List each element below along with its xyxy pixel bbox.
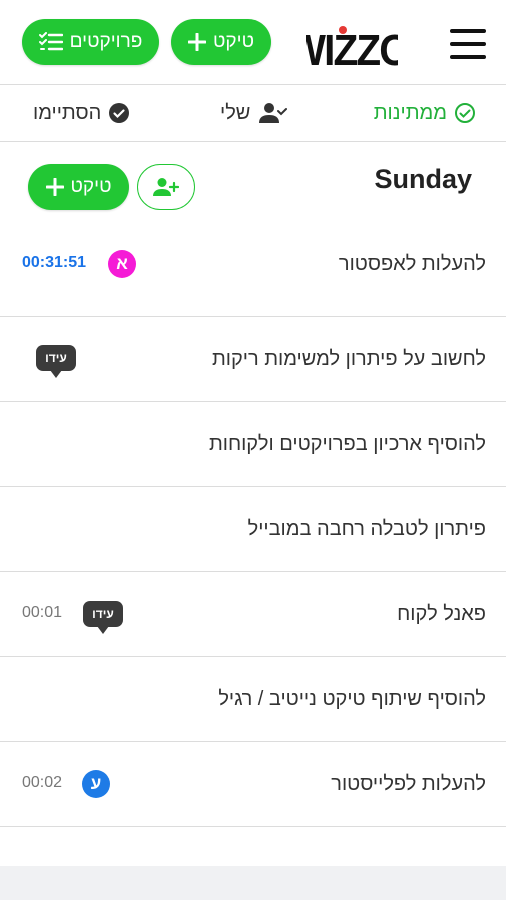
plus-icon (188, 33, 207, 51)
tab-waiting-label: ממתינות (373, 101, 447, 124)
task-title: להוסיף ארכיון בפרויקטים ולקוחות (208, 433, 486, 455)
plus-icon (45, 178, 64, 196)
task-title: להעלות לפלייסטור (331, 773, 486, 795)
task-title: פאנל לקוח (397, 603, 486, 625)
assignee-bubble: עידו (36, 345, 76, 378)
add-user-icon (153, 178, 179, 196)
app: WIZZO טיקט פרויקטים ממתינות שלי הסתיימו (0, 0, 506, 866)
assignee-avatar: א (108, 250, 136, 278)
add-ticket-button[interactable]: טיקט (171, 19, 271, 65)
hamburger-icon[interactable] (450, 29, 486, 59)
task-list: להעלות לאפסטור א 00:31:51 לחשוב על פיתרו… (0, 226, 506, 827)
task-title: לחשוב על פיתרון למשימות ריקות (211, 348, 486, 370)
check-circle-icon (455, 103, 475, 123)
assignee-bubble: עידו (83, 601, 123, 634)
wizzo-logo: WIZZO (306, 25, 398, 72)
projects-button[interactable]: פרויקטים (22, 19, 159, 65)
day-title: Sunday (374, 164, 472, 194)
task-timer: 00:01 (22, 604, 63, 621)
svg-text:WIZZO: WIZZO (306, 25, 398, 72)
task-row[interactable]: להוסיף ארכיון בפרויקטים ולקוחות (0, 402, 506, 487)
tab-waiting[interactable]: ממתינות (374, 85, 476, 141)
user-check-icon (259, 103, 288, 123)
ticket-button-label: טיקט (213, 31, 254, 52)
add-user-button[interactable] (137, 164, 195, 210)
projects-button-label: פרויקטים (69, 31, 143, 52)
tab-mine-label: שלי (220, 101, 251, 124)
task-title: להוסיף שיתוף טיקט נייטיב / רגיל (218, 688, 486, 710)
tab-mine[interactable]: שלי (220, 85, 288, 141)
tab-done-label: הסתיימו (33, 101, 102, 124)
check-filled-icon (109, 103, 130, 123)
task-row[interactable]: להעלות לאפסטור א 00:31:51 (0, 226, 506, 317)
task-row[interactable]: פאנל לקוח עידו 00:01 (0, 572, 506, 657)
day-ticket-label: טיקט (70, 176, 112, 197)
top-header: WIZZO טיקט פרויקטים (0, 0, 506, 85)
task-title: להעלות לאפסטור (338, 253, 486, 275)
assignee-avatar: ע (82, 770, 110, 798)
task-row[interactable]: לחשוב על פיתרון למשימות ריקות עידו (0, 317, 506, 402)
task-title: פיתרון לטבלה רחבה במובייל (247, 518, 486, 540)
task-row[interactable]: פיתרון לטבלה רחבה במובייל (0, 487, 506, 572)
tabs-bar: ממתינות שלי הסתיימו (0, 85, 506, 142)
task-row[interactable]: להעלות לפלייסטור ע 00:02 (0, 742, 506, 827)
logo-dot (339, 26, 347, 34)
checklist-icon (38, 32, 63, 51)
task-row[interactable]: להוסיף שיתוף טיקט נייטיב / רגיל (0, 657, 506, 742)
add-ticket-day-button[interactable]: טיקט (28, 164, 129, 210)
task-timer: 00:02 (22, 774, 63, 791)
tab-done[interactable]: הסתיימו (33, 85, 130, 141)
task-timer: 00:31:51 (22, 254, 87, 271)
